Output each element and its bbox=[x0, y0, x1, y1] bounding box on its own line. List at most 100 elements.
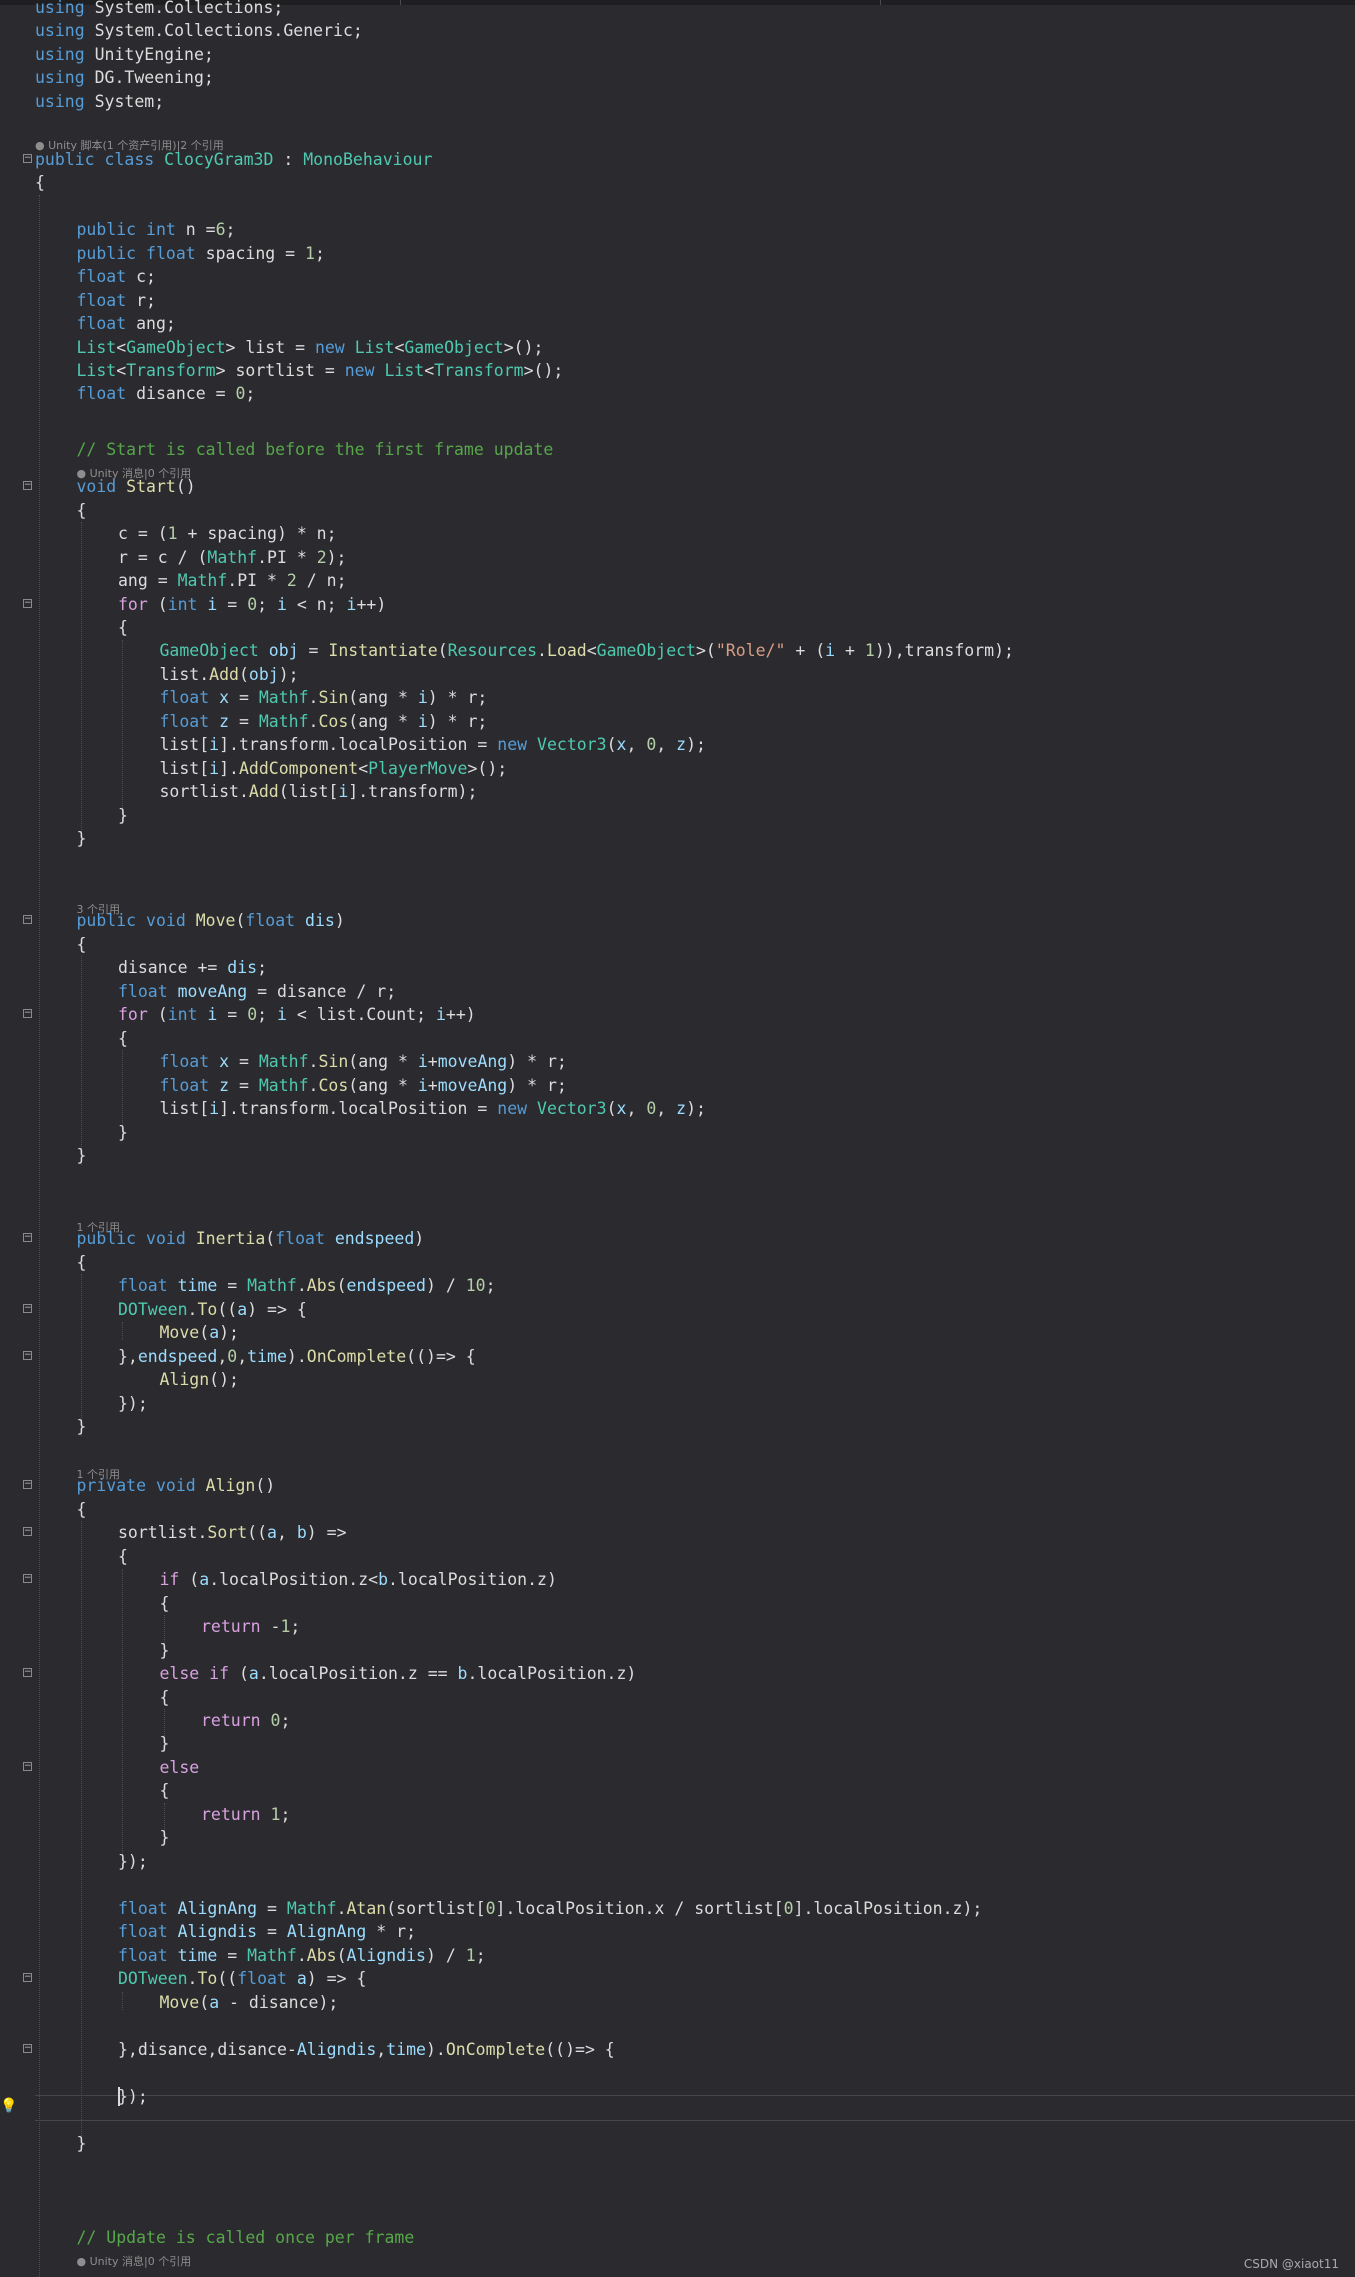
code-text[interactable]: c = (1 + spacing) * n; bbox=[118, 522, 337, 546]
code-text[interactable]: DOTween.To((a) => { bbox=[118, 1298, 307, 1322]
collapse-icon[interactable]: − bbox=[23, 2044, 32, 2053]
code-text[interactable]: } bbox=[77, 2132, 87, 2156]
code-line[interactable]: } bbox=[0, 2132, 1355, 2156]
codelens-annotation[interactable]: ● Unity 消息|0 个引用 bbox=[0, 2254, 1355, 2270]
collapse-icon[interactable]: − bbox=[23, 1973, 32, 1982]
collapse-icon[interactable]: − bbox=[23, 1480, 32, 1489]
collapse-icon[interactable]: − bbox=[23, 481, 32, 490]
code-text[interactable]: { bbox=[160, 1779, 170, 1803]
code-line[interactable]: Move(a - disance); bbox=[0, 1991, 1355, 2015]
code-line[interactable]: sortlist.Add(list[i].transform); bbox=[0, 780, 1355, 804]
collapse-icon[interactable]: − bbox=[23, 1304, 32, 1313]
code-text[interactable]: } bbox=[118, 804, 128, 828]
collapse-icon[interactable]: − bbox=[23, 1527, 32, 1536]
code-text[interactable]: Align(); bbox=[160, 1368, 239, 1392]
code-text[interactable]: }); bbox=[118, 1850, 148, 1874]
code-line[interactable]: }); bbox=[0, 1850, 1355, 1874]
code-line[interactable]: { bbox=[0, 171, 1355, 195]
code-line[interactable]: public int n =6; bbox=[0, 218, 1355, 242]
code-line[interactable]: − for (int i = 0; i < n; i++) bbox=[0, 593, 1355, 617]
code-text[interactable]: float ang; bbox=[77, 312, 176, 336]
code-text[interactable]: else bbox=[160, 1756, 200, 1780]
code-text[interactable]: using System.Collections; bbox=[35, 0, 283, 20]
code-text[interactable]: void Start() bbox=[77, 475, 196, 499]
code-text[interactable]: private void Align() bbox=[77, 1474, 276, 1498]
code-text[interactable]: else if (a.localPosition.z == b.localPos… bbox=[160, 1662, 637, 1686]
code-text[interactable]: DOTween.To((float a) => { bbox=[118, 1967, 366, 1991]
code-line[interactable]: using UnityEngine; bbox=[0, 43, 1355, 67]
collapse-icon[interactable]: − bbox=[23, 915, 32, 924]
code-text[interactable]: public float spacing = 1; bbox=[77, 242, 325, 266]
code-text[interactable]: }); bbox=[118, 1392, 148, 1416]
code-line[interactable]: } bbox=[0, 1121, 1355, 1145]
code-text[interactable]: { bbox=[77, 1498, 87, 1522]
code-text[interactable]: } bbox=[118, 1121, 128, 1145]
code-line[interactable]: } bbox=[0, 1415, 1355, 1439]
collapse-icon[interactable]: − bbox=[23, 599, 32, 608]
code-text[interactable]: for (int i = 0; i < n; i++) bbox=[118, 593, 386, 617]
code-line[interactable]: r = c / (Mathf.PI * 2); bbox=[0, 546, 1355, 570]
code-line[interactable]: } bbox=[0, 1826, 1355, 1850]
code-line[interactable]: float time = Mathf.Abs(endspeed) / 10; bbox=[0, 1274, 1355, 1298]
code-text[interactable]: public void Inertia(float endspeed) bbox=[77, 1227, 425, 1251]
code-text[interactable]: // Start is called before the first fram… bbox=[77, 438, 554, 462]
code-line[interactable]: ang = Mathf.PI * 2 / n; bbox=[0, 569, 1355, 593]
code-text[interactable]: } bbox=[160, 1639, 170, 1663]
code-line[interactable]: List<Transform> sortlist = new List<Tran… bbox=[0, 359, 1355, 383]
code-line[interactable]: float r; bbox=[0, 289, 1355, 313]
code-line[interactable]: disance += dis; bbox=[0, 956, 1355, 980]
code-line[interactable]: { bbox=[0, 499, 1355, 523]
code-text[interactable]: { bbox=[160, 1592, 170, 1616]
code-line[interactable]: { bbox=[0, 933, 1355, 957]
code-text[interactable]: float r; bbox=[77, 289, 156, 313]
codelens-text[interactable]: ● Unity 消息|0 个引用 bbox=[77, 2254, 192, 2270]
code-text[interactable]: { bbox=[77, 1251, 87, 1275]
collapse-icon[interactable]: − bbox=[23, 1574, 32, 1583]
code-text[interactable]: sortlist.Add(list[i].transform); bbox=[160, 780, 478, 804]
code-text[interactable]: { bbox=[35, 171, 45, 195]
code-text[interactable]: using System.Collections.Generic; bbox=[35, 19, 363, 43]
code-line[interactable]: } bbox=[0, 1144, 1355, 1168]
code-text[interactable]: float z = Mathf.Cos(ang * i) * r; bbox=[160, 710, 488, 734]
code-line[interactable]: { bbox=[0, 1027, 1355, 1051]
code-line[interactable]: using System.Collections.Generic; bbox=[0, 19, 1355, 43]
code-text[interactable]: float x = Mathf.Sin(ang * i) * r; bbox=[160, 686, 488, 710]
code-line[interactable]: { bbox=[0, 616, 1355, 640]
collapse-icon[interactable]: − bbox=[23, 1351, 32, 1360]
code-text[interactable]: sortlist.Sort((a, b) => bbox=[118, 1521, 347, 1545]
code-line[interactable]: } bbox=[0, 1639, 1355, 1663]
code-text[interactable]: float z = Mathf.Cos(ang * i+moveAng) * r… bbox=[160, 1074, 567, 1098]
code-line[interactable]: Align(); bbox=[0, 1368, 1355, 1392]
code-line[interactable]: − for (int i = 0; i < list.Count; i++) bbox=[0, 1003, 1355, 1027]
code-line[interactable]: using System.Collections; bbox=[0, 0, 1355, 20]
code-text[interactable]: ang = Mathf.PI * 2 / n; bbox=[118, 569, 347, 593]
code-text[interactable]: return 1; bbox=[201, 1803, 290, 1827]
code-text[interactable]: } bbox=[160, 1826, 170, 1850]
code-line[interactable]: float z = Mathf.Cos(ang * i+moveAng) * r… bbox=[0, 1074, 1355, 1098]
code-text[interactable]: float Aligndis = AlignAng * r; bbox=[118, 1920, 416, 1944]
code-line[interactable]: − DOTween.To((float a) => { bbox=[0, 1967, 1355, 1991]
code-text[interactable]: public void Move(float dis) bbox=[77, 909, 345, 933]
code-text[interactable]: disance += dis; bbox=[118, 956, 267, 980]
code-line[interactable]: }); bbox=[0, 2085, 1355, 2109]
code-line[interactable]: float moveAng = disance / r; bbox=[0, 980, 1355, 1004]
collapse-icon[interactable]: − bbox=[23, 1233, 32, 1242]
code-line[interactable]: float ang; bbox=[0, 312, 1355, 336]
code-text[interactable]: float time = Mathf.Abs(Aligndis) / 1; bbox=[118, 1944, 486, 1968]
code-line[interactable]: using DG.Tweening; bbox=[0, 66, 1355, 90]
code-line[interactable]: List<GameObject> list = new List<GameObj… bbox=[0, 336, 1355, 360]
code-line[interactable]: − public class ClocyGram3D : MonoBehaviou… bbox=[0, 148, 1355, 172]
code-text[interactable]: using System; bbox=[35, 90, 164, 114]
code-line[interactable]: // Start is called before the first fram… bbox=[0, 438, 1355, 462]
code-text[interactable]: { bbox=[118, 1545, 128, 1569]
code-line[interactable]: list.Add(obj); bbox=[0, 663, 1355, 687]
code-editor[interactable]: 💡 using System.Collections; using System.… bbox=[0, 0, 1355, 2277]
code-text[interactable]: Move(a - disance); bbox=[160, 1991, 339, 2015]
code-line[interactable]: } bbox=[0, 804, 1355, 828]
code-text[interactable]: { bbox=[160, 1686, 170, 1710]
code-line[interactable]: float x = Mathf.Sin(ang * i) * r; bbox=[0, 686, 1355, 710]
code-text[interactable]: return 0; bbox=[201, 1709, 290, 1733]
code-line[interactable]: list[i].AddComponent<PlayerMove>(); bbox=[0, 757, 1355, 781]
code-line[interactable]: // Update is called once per frame bbox=[0, 2226, 1355, 2250]
code-text[interactable]: } bbox=[77, 827, 87, 851]
